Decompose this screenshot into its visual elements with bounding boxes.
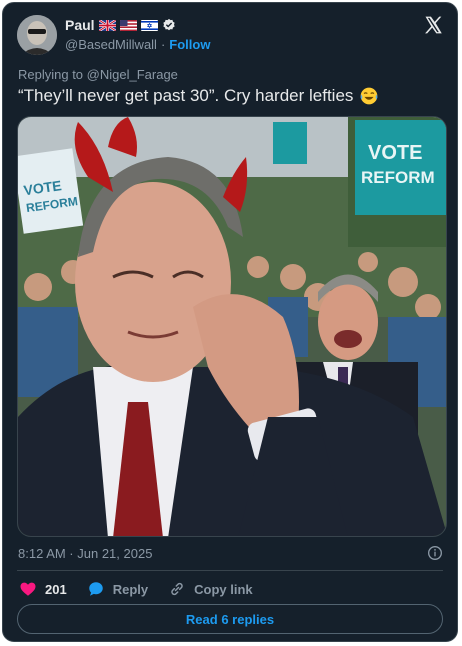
separator-dot: ·: [160, 37, 166, 52]
us-flag-icon: [119, 19, 137, 31]
x-logo-icon[interactable]: [423, 15, 443, 40]
tears-of-joy-emoji-icon: [361, 87, 378, 105]
author-handle-row: @BasedMillwall · Follow: [65, 37, 210, 52]
actions-divider: [17, 570, 443, 571]
tweet-text: “They’ll never get past 30”. Cry harder …: [18, 86, 354, 105]
tweet-media-image[interactable]: VOTE REFORM VOTE REFORM: [17, 116, 447, 537]
sign-text-3: VOTE: [368, 142, 422, 164]
author-handle[interactable]: @BasedMillwall: [65, 37, 157, 52]
verified-badge-icon: [162, 18, 175, 31]
author-name-row[interactable]: Paul: [65, 17, 176, 33]
tweet-timestamp[interactable]: 8:12 AM · Jun 21, 2025: [18, 546, 152, 561]
like-count: 201: [45, 581, 67, 597]
tweet-embed-card: Paul @BasedMillwall · Follow Replying to…: [2, 2, 458, 642]
read-replies-button[interactable]: Read 6 replies: [17, 604, 443, 634]
heart-icon: [20, 582, 36, 596]
reply-bubble-icon: [88, 582, 103, 596]
replying-to-line: Replying to @Nigel_Farage: [18, 67, 178, 82]
follow-link[interactable]: Follow: [169, 37, 210, 52]
replying-to-prefix: Replying to: [18, 67, 84, 82]
tweet-text-row: “They’ll never get past 30”. Cry harder …: [18, 86, 379, 106]
author-name[interactable]: Paul: [65, 17, 95, 33]
replying-to-mention[interactable]: @Nigel_Farage: [87, 67, 178, 82]
tweet-actions-bar: 201 Reply Copy link: [19, 580, 273, 598]
info-icon[interactable]: [427, 545, 443, 566]
israel-flag-icon: [140, 19, 158, 31]
copy-link-label: Copy link: [194, 581, 253, 597]
copy-link-button[interactable]: Copy link: [168, 580, 253, 598]
reply-button[interactable]: Reply: [87, 580, 148, 598]
uk-flag-icon: [98, 19, 116, 31]
reply-label: Reply: [112, 581, 149, 597]
like-button[interactable]: 201: [19, 580, 67, 598]
author-avatar[interactable]: [17, 15, 57, 55]
link-icon: [171, 582, 183, 596]
sign-text-4: REFORM: [361, 168, 435, 187]
